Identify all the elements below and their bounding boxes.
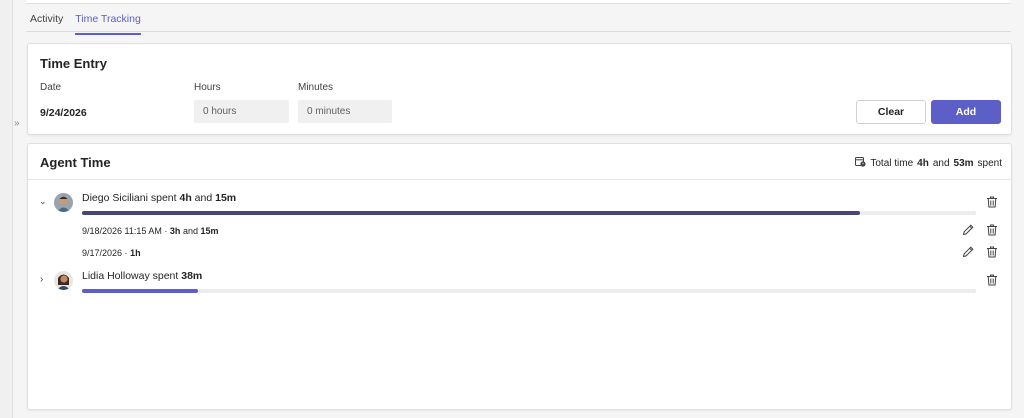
time-entry-row: 9/18/2026 11:15 AM · 3h and 15m [82,226,219,236]
progress-track [82,289,976,293]
agent-and: and [194,192,213,204]
hours-input[interactable]: 0 hours [194,100,289,123]
agent-header-divider [28,179,1011,180]
total-minutes: 53m [953,157,974,169]
progress-fill [82,289,199,293]
agent-summary: Diego Siciliani spent 4h and 15m [82,192,236,204]
time-entry-row: 9/17/2026 · 1h [82,248,141,258]
time-entry-card: Time Entry Date Hours Minutes 9/24/2026 … [27,43,1012,135]
trash-icon[interactable] [985,223,999,237]
calendar-clock-icon [855,156,866,170]
minutes-input[interactable]: 0 minutes [298,100,392,123]
trash-icon[interactable] [985,273,999,287]
total-suffix: spent [977,157,1002,169]
hours-label: Hours [194,82,221,93]
tabs-divider [26,31,1011,32]
total-hours: 4h [917,157,929,169]
pencil-icon[interactable] [961,223,975,237]
progress-track [82,211,976,215]
total-and: and [932,157,950,169]
minutes-label: Minutes [298,82,334,93]
agent-name-text: Lidia Holloway spent [82,270,179,282]
top-border [26,0,1011,4]
agent-name-text: Diego Siciliani spent [82,192,177,204]
agent-hours: 4h [179,192,192,204]
agent-time-card: Agent Time Total time 4h and 53m spent ⌄ [27,143,1012,410]
entry-hours: 1h [130,248,141,258]
pencil-icon[interactable] [961,245,975,259]
agent-minutes: 15m [215,192,237,204]
tab-time-tracking[interactable]: Time Tracking [75,13,141,35]
avatar [54,193,73,212]
date-value[interactable]: 9/24/2026 [40,107,87,119]
entry-minutes: 15m [200,226,219,236]
date-label: Date [40,82,62,93]
progress-fill [82,211,860,215]
double-chevron-right-icon[interactable]: » [14,118,20,129]
entry-and: and [182,226,198,236]
agent-summary: Lidia Holloway spent 38m [82,270,202,282]
total-time: Total time 4h and 53m spent [855,156,1002,170]
left-rail [0,0,13,418]
entry-timestamp: 9/18/2026 11:15 AM · [82,226,168,236]
time-entry-title: Time Entry [40,56,107,71]
trash-icon[interactable] [985,195,999,209]
agent-time-title: Agent Time [40,155,111,170]
trash-icon[interactable] [985,245,999,259]
app-frame: » Activity Time Tracking Time Entry Date… [0,0,1024,418]
chevron-down-icon[interactable]: ⌄ [39,196,47,207]
clear-button[interactable]: Clear [856,100,926,124]
chevron-right-icon[interactable]: › [40,274,43,285]
entry-hours: 3h [169,226,181,236]
avatar [54,271,73,290]
entry-timestamp: 9/17/2026 · [82,248,128,258]
add-button[interactable]: Add [931,100,1001,124]
agent-minutes: 38m [181,270,203,282]
total-prefix: Total time [870,157,914,169]
tab-bar: Activity Time Tracking [30,13,141,35]
tab-activity[interactable]: Activity [30,13,63,31]
